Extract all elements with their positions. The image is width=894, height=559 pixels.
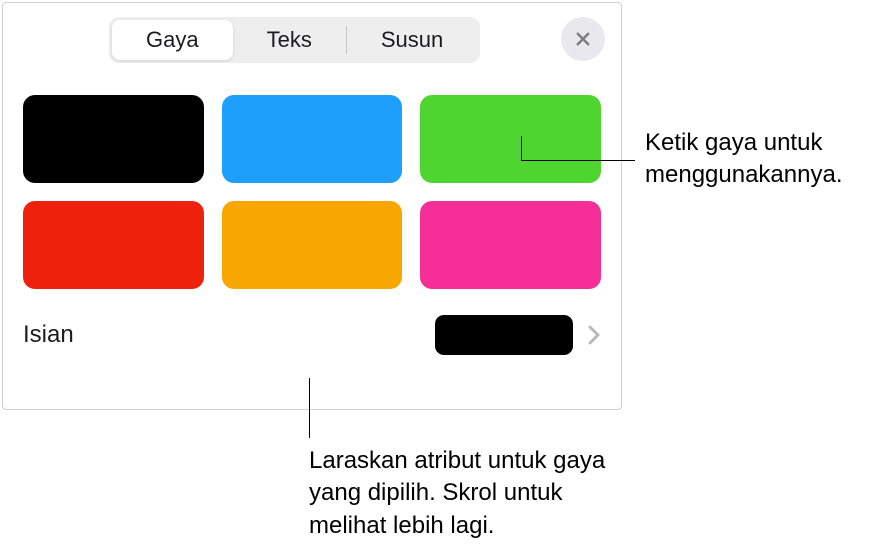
swatch-orange[interactable]	[222, 201, 403, 289]
panel-header: Gaya Teks Susun	[3, 3, 621, 81]
tab-bar: Gaya Teks Susun	[109, 17, 480, 63]
close-button[interactable]	[561, 17, 605, 61]
callout-style-text: Ketik gaya untuk menggunakannya.	[645, 127, 885, 192]
fill-label: Isian	[23, 321, 74, 349]
swatch-red[interactable]	[23, 201, 204, 289]
format-panel: Gaya Teks Susun Isian	[2, 2, 622, 410]
swatch-green[interactable]	[420, 95, 601, 183]
chevron-right-icon[interactable]	[587, 324, 601, 346]
fill-right	[435, 315, 601, 355]
callout-line	[309, 378, 310, 438]
tab-text[interactable]: Teks	[233, 20, 346, 60]
callout-line	[521, 160, 635, 161]
swatch-blue[interactable]	[222, 95, 403, 183]
swatch-black[interactable]	[23, 95, 204, 183]
tab-arrange[interactable]: Susun	[347, 20, 477, 60]
style-swatches	[3, 81, 621, 289]
swatch-pink[interactable]	[420, 201, 601, 289]
tab-style[interactable]: Gaya	[112, 20, 233, 60]
callout-attributes-text: Laraskan atribut untuk gaya yang dipilih…	[309, 445, 609, 542]
callout-line	[521, 136, 522, 160]
fill-color-chip[interactable]	[435, 315, 573, 355]
fill-row[interactable]: Isian	[3, 315, 621, 355]
close-icon	[574, 30, 592, 48]
